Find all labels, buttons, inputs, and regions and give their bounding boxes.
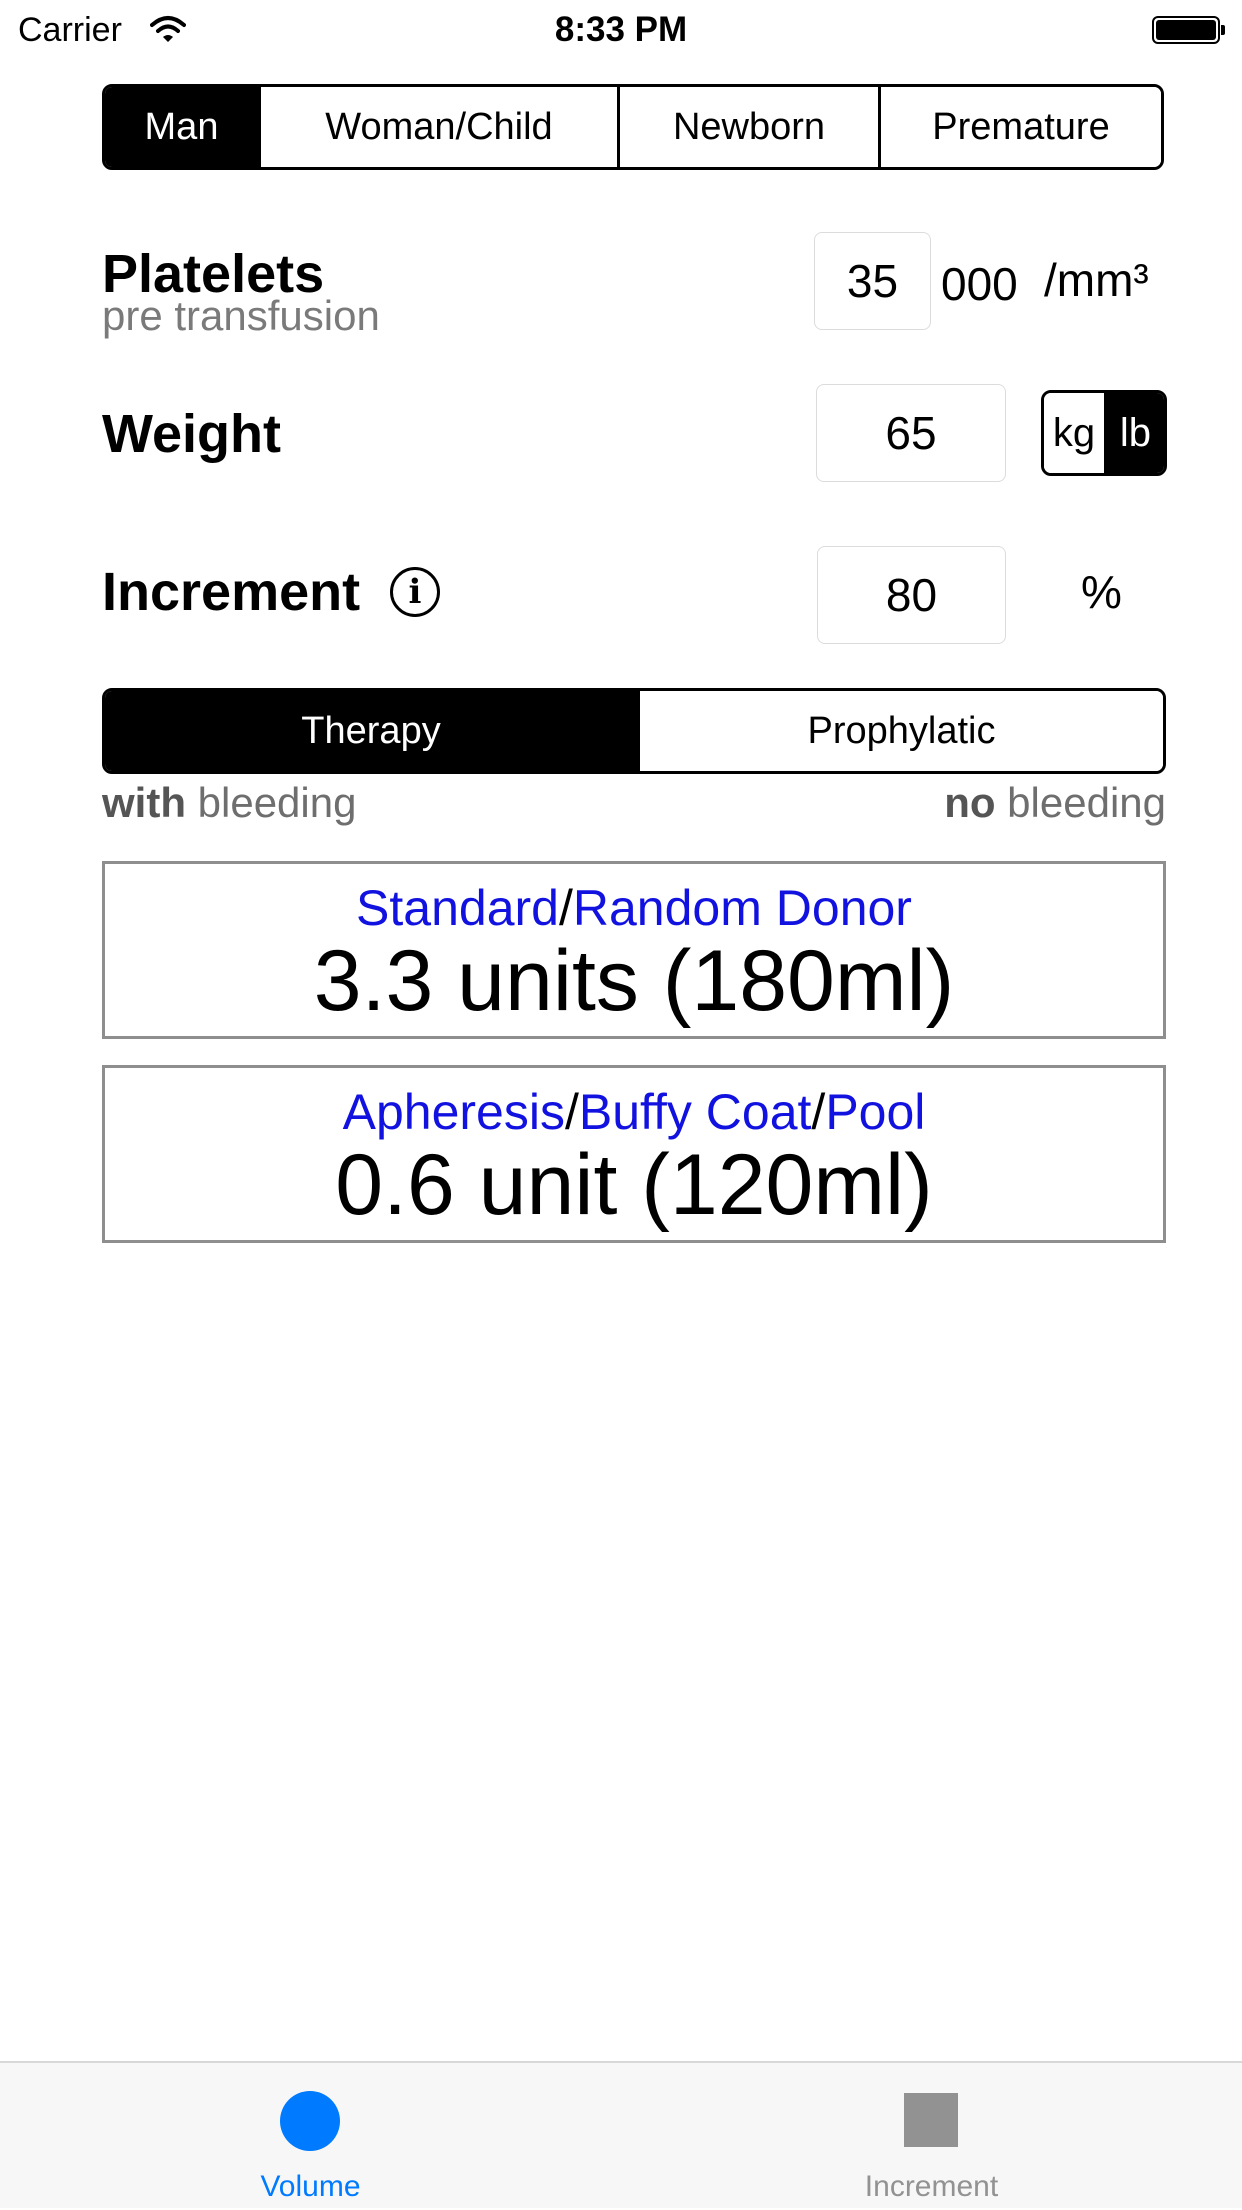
- tab-increment[interactable]: Increment: [621, 2063, 1242, 2210]
- apheresis-result-box: Apheresis/Buffy Coat/Pool 0.6 unit (120m…: [102, 1065, 1166, 1243]
- standard-result-value: 3.3 units (180ml): [313, 933, 955, 1029]
- tab-volume-label: Volume: [260, 2170, 361, 2203]
- standard-link[interactable]: Standard: [356, 880, 559, 936]
- standard-result-box: Standard/Random Donor 3.3 units (180ml): [102, 861, 1166, 1039]
- apheresis-result-type: Apheresis/Buffy Coat/Pool: [105, 1084, 1163, 1140]
- weight-unit-segmented-control: kg lb: [1041, 390, 1167, 476]
- segment-man[interactable]: Man: [105, 87, 258, 167]
- with-rest: bleeding: [185, 779, 357, 826]
- separator: /: [558, 880, 573, 936]
- weight-label: Weight: [102, 404, 281, 464]
- random-donor-link[interactable]: Random Donor: [573, 880, 912, 936]
- tab-increment-label: Increment: [864, 2170, 999, 2203]
- platelets-input[interactable]: 35: [814, 232, 931, 330]
- segment-premature[interactable]: Premature: [878, 87, 1161, 167]
- platelets-thousands-suffix: 000: [941, 258, 1018, 310]
- segment-therapy[interactable]: Therapy: [105, 691, 637, 771]
- status-bar: Carrier 8:33 PM: [0, 0, 1242, 60]
- patient-type-segmented-control: Man Woman/Child Newborn Premature: [102, 84, 1164, 170]
- info-icon[interactable]: i: [390, 567, 440, 617]
- standard-result-type: Standard/Random Donor: [105, 880, 1163, 936]
- increment-label: Increment: [102, 562, 361, 622]
- status-time: 8:33 PM: [554, 10, 688, 49]
- apheresis-result-value: 0.6 unit (120ml): [335, 1137, 933, 1233]
- increment-input[interactable]: 80: [817, 546, 1006, 644]
- no-bleeding-label: no bleeding: [944, 778, 1166, 828]
- separator: /: [811, 1084, 826, 1140]
- with-bleeding-label: with bleeding: [102, 778, 356, 828]
- increment-unit: %: [1081, 566, 1122, 618]
- circle-icon: [280, 2091, 340, 2151]
- weight-input[interactable]: 65: [816, 384, 1006, 482]
- buffy-coat-link[interactable]: Buffy Coat: [579, 1084, 812, 1140]
- tab-volume[interactable]: Volume: [0, 2063, 621, 2210]
- battery-tip: [1221, 25, 1225, 35]
- unit-kg[interactable]: kg: [1044, 393, 1104, 473]
- segment-woman-child[interactable]: Woman/Child: [258, 87, 617, 167]
- unit-lb[interactable]: lb: [1104, 393, 1164, 473]
- pool-link[interactable]: Pool: [825, 1084, 925, 1140]
- separator: /: [564, 1084, 579, 1140]
- battery-icon: [1152, 16, 1220, 44]
- apheresis-link[interactable]: Apheresis: [343, 1084, 565, 1140]
- platelets-unit: /mm³: [1044, 254, 1149, 306]
- platelets-sublabel: pre transfusion: [102, 292, 380, 339]
- therapy-mode-segmented-control: Therapy Prophylatic: [102, 688, 1166, 774]
- segment-prophylactic[interactable]: Prophylatic: [637, 691, 1163, 771]
- no-rest: bleeding: [995, 779, 1166, 826]
- no-bold: no: [944, 779, 996, 826]
- square-icon: [904, 2093, 958, 2147]
- tab-bar: Volume Increment: [0, 2061, 1242, 2208]
- with-bold: with: [102, 779, 186, 826]
- segment-newborn[interactable]: Newborn: [617, 87, 878, 167]
